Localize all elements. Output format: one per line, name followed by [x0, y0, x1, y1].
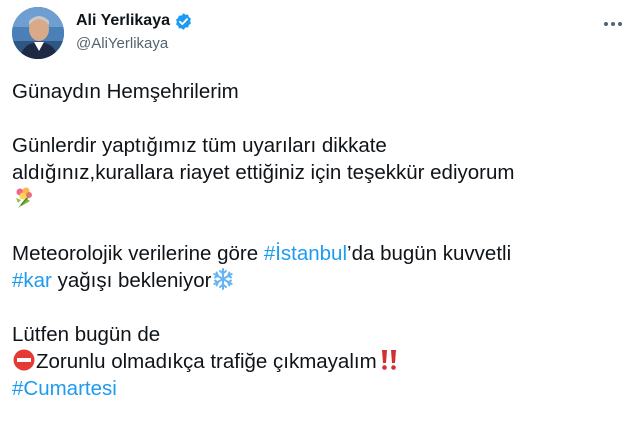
tweet-line: Günlerdir yaptığımız tüm uyarıları dikka…: [12, 134, 387, 157]
tweet-line: Lütfen bugün de: [12, 323, 161, 346]
tweet-line: #Cumartesi: [12, 375, 628, 402]
author-names: Ali Yerlikaya @AliYerlikaya: [76, 10, 193, 52]
verified-badge-icon: [174, 12, 193, 31]
tweet-line: Meteorolojik verilerine göre #İstanbul’d…: [12, 240, 628, 267]
more-horizontal-icon[interactable]: [602, 13, 624, 35]
tweet-header: Ali Yerlikaya @AliYerlikaya: [12, 7, 628, 59]
hashtag-cumartesi-link[interactable]: #Cumartesi: [12, 377, 117, 400]
tweet-line: Günaydın Hemşehrilerim: [12, 80, 239, 103]
user-handle[interactable]: @AliYerlikaya: [76, 35, 193, 52]
tweet-line: Zorunlu olmadıkça trafiğe çıkmayalım: [12, 348, 628, 375]
tweet-text-span: Zorunlu olmadıkça trafiğe çıkmayalım: [36, 350, 377, 373]
tweet-card: Ali Yerlikaya @AliYerlikaya Günaydın Hem…: [0, 0, 640, 441]
display-name[interactable]: Ali Yerlikaya: [76, 12, 170, 30]
bouquet-icon: [12, 186, 36, 210]
hashtag-istanbul-link[interactable]: #İstanbul: [264, 242, 347, 265]
avatar[interactable]: [12, 7, 64, 59]
tweet-text-span: Meteorolojik verilerine göre: [12, 242, 264, 265]
display-name-row: Ali Yerlikaya: [76, 10, 193, 32]
tweet-line: #kar yağışı bekleniyor: [12, 267, 628, 294]
tweet-line: [12, 186, 628, 213]
tweet-text: Günaydın Hemşehrilerim Günlerdir yaptığı…: [12, 78, 628, 402]
hashtag-kar-link[interactable]: #kar: [12, 269, 52, 292]
no-entry-icon: [12, 348, 36, 372]
tweet-text-span: yağışı bekleniyor: [51, 269, 212, 292]
tweet-line: aldığınız,kurallara riayet ettiğiniz içi…: [12, 161, 515, 184]
double-exclamation-icon: [377, 348, 401, 372]
snowflake-icon: [211, 267, 235, 291]
tweet-text-span: ’da bugün kuvvetli: [347, 242, 512, 265]
